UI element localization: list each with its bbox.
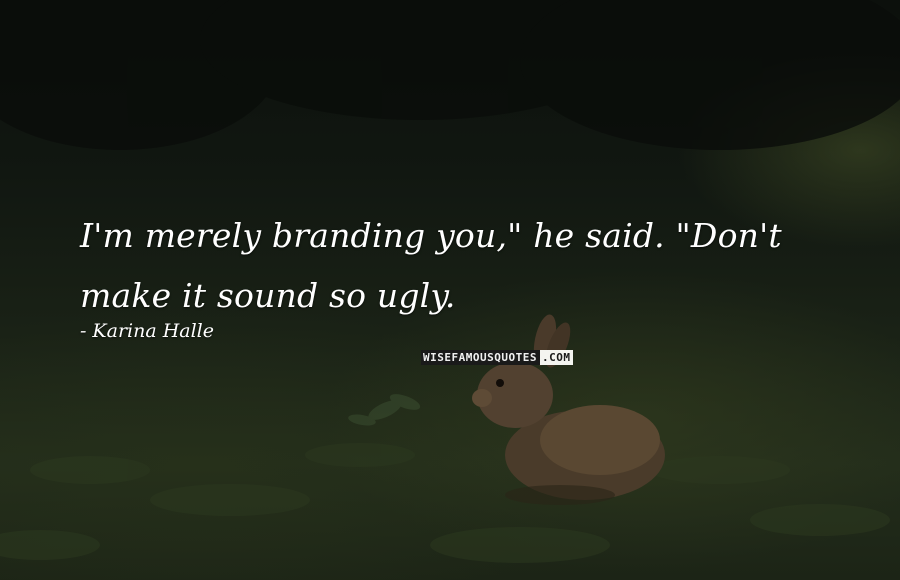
- leaf-sprig: [348, 394, 421, 426]
- quote-image: I'm merely branding you," he said. "Don'…: [0, 0, 900, 580]
- quote-line-2: make it sound so ugly.: [80, 276, 456, 315]
- author-name: Karina Halle: [92, 320, 215, 342]
- grass-texture: [0, 443, 890, 563]
- watermark-brand: WISEFAMOUSQUOTES: [421, 350, 540, 365]
- dark-foliage: [0, 0, 900, 150]
- watermark-domain: .COM: [539, 350, 574, 365]
- author-dash: -: [80, 320, 87, 342]
- quote-line-1: I'm merely branding you," he said. "Don'…: [80, 216, 782, 255]
- rabbit-figure: [472, 314, 665, 505]
- quote-text: I'm merely branding you," he said. "Don'…: [80, 206, 880, 326]
- author-attribution: - Karina Halle: [80, 320, 214, 342]
- site-watermark: WISEFAMOUSQUOTES .COM: [421, 350, 574, 365]
